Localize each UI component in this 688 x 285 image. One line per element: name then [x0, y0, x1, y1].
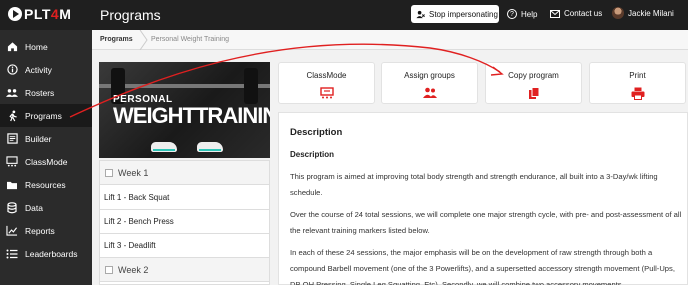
- classmode-button[interactable]: ClassMode: [278, 62, 375, 104]
- description-title: Description: [290, 127, 343, 138]
- copy-icon: [528, 87, 539, 99]
- breadcrumb-root[interactable]: Programs: [100, 36, 133, 43]
- week-header[interactable]: Week 1: [100, 161, 269, 185]
- sidebar-item-data[interactable]: Data: [0, 196, 92, 219]
- users-icon: [422, 87, 437, 98]
- description-paragraph: Over the course of 24 total sessions, we…: [290, 210, 682, 235]
- sidebar-item-activity[interactable]: Activity: [0, 58, 92, 81]
- sidebar-item-label: Resources: [25, 179, 66, 190]
- chart-icon: [6, 225, 18, 237]
- help-icon: ?: [507, 9, 517, 19]
- sidebar-item-programs[interactable]: Programs: [0, 104, 92, 127]
- avatar: [612, 7, 624, 19]
- list-item[interactable]: Lift 1 - Back Squat: [100, 186, 269, 210]
- sidebar-item-builder[interactable]: Builder: [0, 127, 92, 150]
- description-panel: Description Description This program is …: [278, 112, 688, 285]
- cover-text-line2: WEIGHTTRAINING: [113, 103, 270, 128]
- database-icon: [6, 201, 18, 214]
- activity-icon: [6, 64, 18, 76]
- sidebar-item-resources[interactable]: Resources: [0, 173, 92, 196]
- runner-icon: [6, 110, 18, 122]
- assign-groups-button[interactable]: Assign groups: [381, 62, 478, 104]
- description-paragraph: This program is aimed at improving total…: [290, 172, 658, 197]
- list-icon: [6, 248, 18, 260]
- logo-text-end: M: [59, 6, 72, 22]
- sidebar-item-label: ClassMode: [25, 156, 68, 167]
- classmode-icon: [319, 87, 334, 99]
- description-paragraph: In each of these 24 sessions, the major …: [290, 248, 675, 285]
- sidebar-item-rosters[interactable]: Rosters: [0, 81, 92, 104]
- sidebar-item-home[interactable]: Home: [0, 35, 92, 58]
- sidebar-item-leaderboards[interactable]: Leaderboards: [0, 242, 92, 265]
- breadcrumb-current: Personal Weight Training: [151, 36, 230, 43]
- logo-text: PLT: [24, 6, 51, 22]
- contact-label: Contact us: [564, 9, 603, 18]
- mail-icon: [550, 9, 560, 18]
- program-cover-image: PERSONAL WEIGHTTRAINING: [99, 62, 270, 158]
- sidebar: Home Activity Rosters Programs Builder C…: [0, 30, 92, 285]
- stop-impersonating-button[interactable]: Stop impersonating: [411, 5, 499, 23]
- breadcrumb: Programs Personal Weight Training: [92, 30, 688, 50]
- sidebar-item-reports[interactable]: Reports: [0, 219, 92, 242]
- classmode-icon: [6, 156, 18, 168]
- user-x-icon: [416, 10, 425, 18]
- weight-plate: [244, 68, 258, 104]
- play-logo-icon: [8, 7, 22, 21]
- copy-program-button[interactable]: Copy program: [485, 62, 582, 104]
- week-label: Week 1: [118, 167, 149, 178]
- sneaker: [197, 142, 223, 152]
- copy-program-label: Copy program: [508, 71, 559, 80]
- folder-icon: [6, 179, 18, 191]
- print-label: Print: [629, 71, 646, 80]
- stop-impersonating-label: Stop impersonating: [429, 9, 498, 19]
- sidebar-item-label: Leaderboards: [25, 248, 78, 259]
- sidebar-item-label: Rosters: [25, 87, 55, 98]
- week-checkbox[interactable]: [105, 168, 113, 177]
- sidebar-item-label: Activity: [25, 64, 52, 75]
- printer-icon: [631, 87, 644, 100]
- assign-groups-label: Assign groups: [404, 71, 455, 80]
- breadcrumb-separator: [139, 30, 148, 50]
- week-header[interactable]: Week 2: [100, 258, 269, 282]
- sidebar-item-label: Data: [25, 202, 43, 213]
- sidebar-item-label: Reports: [25, 225, 55, 236]
- users-icon: [6, 87, 18, 99]
- list-item[interactable]: Lift 2 - Bench Press: [100, 210, 269, 234]
- home-icon: [6, 41, 18, 53]
- contact-link[interactable]: Contact us: [550, 9, 602, 18]
- builder-icon: [6, 133, 18, 145]
- page-title: Programs: [100, 7, 161, 23]
- weeks-list: Week 1 Lift 1 - Back Squat Lift 2 - Benc…: [99, 160, 270, 285]
- top-bar: PLT 4 M Programs Stop impersonating ? Help…: [0, 0, 688, 30]
- description-subtitle: Description: [290, 150, 335, 159]
- app-logo[interactable]: PLT 4 M: [8, 6, 71, 22]
- list-item[interactable]: Lift 3 - Deadlift: [100, 234, 269, 258]
- print-button[interactable]: Print: [589, 62, 686, 104]
- week-label: Week 2: [118, 264, 149, 275]
- classmode-label: ClassMode: [306, 71, 347, 80]
- sidebar-item-label: Home: [25, 41, 48, 52]
- sneaker: [151, 142, 177, 152]
- logo-accent: 4: [50, 6, 60, 22]
- help-label: Help: [521, 9, 538, 19]
- help-link[interactable]: ? Help: [507, 9, 537, 19]
- sidebar-item-label: Builder: [25, 133, 52, 144]
- sidebar-item-label: Programs: [25, 110, 62, 121]
- user-menu[interactable]: Jackie Milani: [612, 7, 674, 19]
- user-name: Jackie Milani: [628, 8, 674, 18]
- week-checkbox[interactable]: [105, 265, 113, 274]
- sidebar-item-classmode[interactable]: ClassMode: [0, 150, 92, 173]
